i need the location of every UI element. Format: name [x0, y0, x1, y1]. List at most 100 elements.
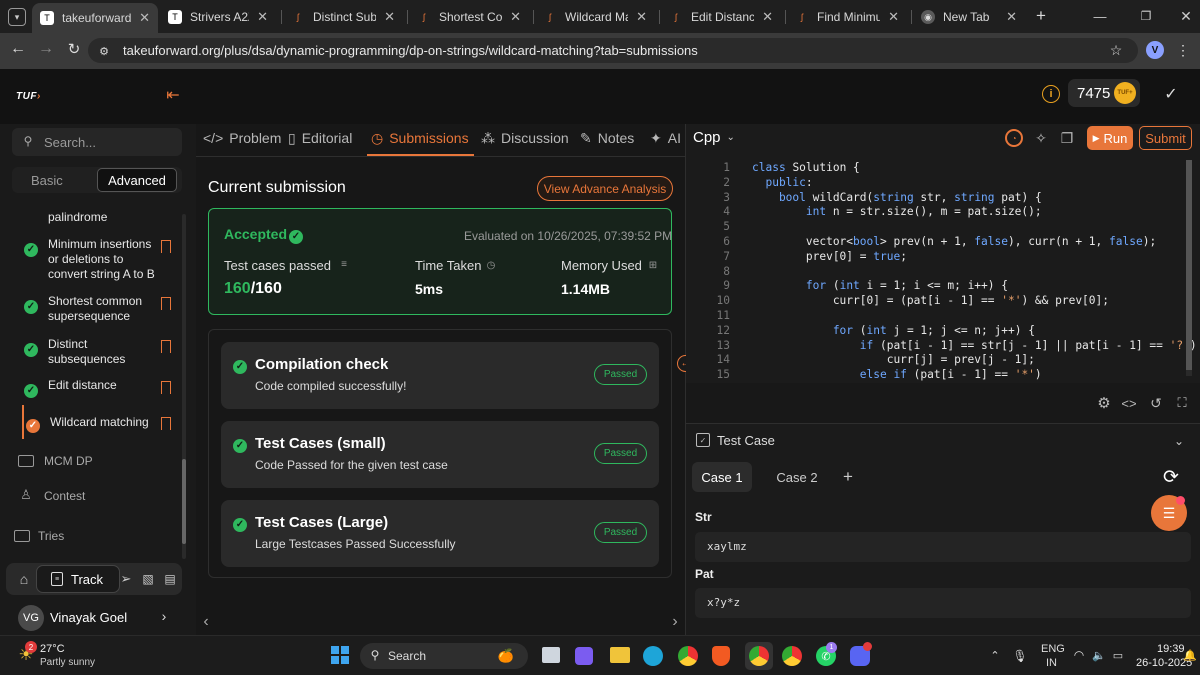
restore-icon[interactable]: ❐	[1138, 8, 1154, 24]
scrollbar-thumb[interactable]	[182, 459, 186, 544]
refresh-icon[interactable]: ⟳	[1160, 466, 1182, 488]
view-analysis-button[interactable]: View Advance Analysis	[537, 176, 673, 201]
close-icon[interactable]: ✕	[257, 9, 268, 25]
close-icon[interactable]: ✕	[139, 10, 150, 26]
chevron-right-icon[interactable]: ›	[158, 608, 170, 624]
reload-icon[interactable]: ↻	[66, 41, 82, 58]
case-1-tab[interactable]: Case 1	[692, 462, 752, 492]
track-button[interactable]: ≡ Track	[36, 565, 120, 593]
new-tab-button[interactable]: +	[1032, 6, 1050, 25]
code-content[interactable]: 1 class Solution { 2 public: 3 bool wildC…	[700, 161, 1197, 383]
chrome-icon[interactable]	[678, 646, 698, 666]
close-icon[interactable]: ✕	[762, 9, 773, 25]
wifi-icon[interactable]: ◠	[1072, 648, 1086, 662]
bookmark-star-icon[interactable]: ☆	[1108, 42, 1124, 58]
battery-icon[interactable]: ▭	[1110, 648, 1126, 662]
sidebar-search[interactable]: ⚲ Search...	[12, 128, 182, 156]
chevron-down-icon[interactable]: ⌄	[1171, 433, 1187, 449]
chevron-up-icon[interactable]: ⌃	[989, 649, 1001, 662]
back-icon[interactable]: ←	[10, 40, 26, 57]
browser-tab[interactable]: T takeuforward - B ✕	[32, 3, 158, 33]
bookmark-icon[interactable]	[161, 240, 171, 253]
file-explorer-icon[interactable]	[610, 647, 630, 663]
bookmark-icon[interactable]	[161, 340, 171, 353]
edge-icon[interactable]	[643, 646, 663, 666]
profile-avatar[interactable]: V	[1146, 41, 1164, 59]
mode-advanced-tab[interactable]: Advanced	[97, 168, 177, 192]
settings-icon[interactable]: ⚙	[1095, 394, 1113, 412]
section-mcm-dp[interactable]: MCM DP	[44, 454, 93, 468]
taskbar-search[interactable]: ⚲ Search 🍊	[360, 643, 528, 669]
browser-tab[interactable]: ʃ Shortest Commo ✕	[409, 4, 529, 30]
tab-list-icon[interactable]: ▾	[8, 8, 26, 26]
tab-notes[interactable]: ✎ Notes	[580, 130, 634, 147]
submit-button[interactable]: Submit	[1139, 126, 1192, 150]
browser-tab[interactable]: T Strivers A2Z DSA ✕	[160, 4, 276, 30]
tab-ai[interactable]: ✦ AI	[650, 130, 681, 147]
sheet-icon[interactable]: ▧	[140, 571, 156, 587]
magic-wand-icon[interactable]: ✧	[1032, 129, 1050, 147]
microphone-icon[interactable]: 🎙	[1012, 648, 1027, 664]
scroll-right-icon[interactable]: ›	[669, 613, 681, 630]
code-format-icon[interactable]: <>	[1120, 394, 1138, 412]
home-icon[interactable]: ⌂	[16, 571, 32, 587]
copilot-icon[interactable]	[575, 647, 593, 665]
mode-basic-tab[interactable]: Basic	[31, 173, 63, 188]
notes-icon[interactable]: ▤	[162, 571, 178, 587]
info-icon[interactable]: i	[1042, 85, 1060, 103]
forward-icon[interactable]: →	[38, 40, 54, 57]
pat-field[interactable]: x?y*z	[695, 588, 1191, 618]
collapse-sidebar-icon[interactable]: ⇤	[162, 86, 184, 104]
browser-tab[interactable]: ʃ Find Minimum in ✕	[787, 4, 907, 30]
minimize-icon[interactable]: —	[1092, 8, 1108, 24]
tab-editorial[interactable]: ▯ Editorial	[288, 130, 352, 147]
active-app-chrome[interactable]	[745, 642, 773, 670]
close-icon[interactable]: ✕	[510, 9, 521, 25]
notification-bell-icon[interactable]: 🔔	[1183, 648, 1197, 662]
tab-submissions[interactable]: ◷ Submissions	[371, 130, 469, 147]
avatar[interactable]: VG	[18, 605, 44, 631]
tab-problem[interactable]: </> Problem	[203, 130, 281, 146]
fullscreen-icon[interactable]: ⛶	[1173, 394, 1191, 412]
checkmark-toggle-icon[interactable]: ✓	[1160, 84, 1182, 104]
window-close-icon[interactable]: ✕	[1178, 8, 1194, 24]
reset-icon[interactable]: ↺	[1147, 394, 1165, 412]
coins-badge[interactable]: 7475 TUF+	[1068, 79, 1140, 107]
sidebar-item-shortest-common-supersequence[interactable]: Shortest common supersequence	[48, 294, 160, 324]
browser-tab[interactable]: ◉ New Tab ✕	[913, 4, 1025, 30]
sidebar-item-distinct-subsequences[interactable]: Distinct subsequences	[48, 337, 138, 367]
browser-tab[interactable]: ʃ Distinct Subsequ ✕	[283, 4, 403, 30]
task-view-icon[interactable]	[542, 647, 560, 663]
browser-tab[interactable]: ʃ Edit Distance - L ✕	[661, 4, 781, 30]
logo[interactable]: TUF›	[16, 91, 41, 102]
close-icon[interactable]: ✕	[636, 9, 647, 25]
run-button[interactable]: ▶ Run	[1087, 126, 1133, 150]
close-icon[interactable]: ✕	[888, 9, 899, 25]
timer-icon[interactable]: ◔	[1005, 129, 1023, 147]
bookmark-icon[interactable]	[161, 297, 171, 310]
scrollbar-thumb[interactable]	[1186, 160, 1192, 370]
bookmark-icon[interactable]	[161, 417, 171, 430]
browser-tab[interactable]: ʃ Wildcard Matchi ✕	[535, 4, 655, 30]
url-field[interactable]: ⚙ takeuforward.org/plus/dsa/dynamic-prog…	[88, 38, 1138, 63]
add-case-button[interactable]: +	[840, 467, 856, 487]
send-icon[interactable]: ➢	[118, 571, 134, 587]
language-indicator[interactable]: ENG	[1041, 643, 1065, 655]
section-tries[interactable]: Tries	[38, 529, 64, 543]
close-icon[interactable]: ✕	[1006, 9, 1017, 25]
section-contest[interactable]: Contest	[44, 489, 85, 503]
site-info-icon[interactable]: ⚙	[96, 43, 112, 59]
copy-icon[interactable]: ❐	[1058, 129, 1076, 147]
language-select[interactable]: Cpp ⌄	[693, 129, 735, 146]
chrome-icon[interactable]	[782, 646, 802, 666]
scroll-left-icon[interactable]: ‹	[200, 613, 212, 630]
windows-start-icon[interactable]	[331, 646, 349, 664]
editor-scrollbar[interactable]	[1186, 160, 1192, 376]
str-field[interactable]: xaylmz	[695, 532, 1191, 562]
case-2-tab[interactable]: Case 2	[767, 462, 827, 492]
close-icon[interactable]: ✕	[384, 9, 395, 25]
user-name[interactable]: Vinayak Goel	[50, 610, 127, 625]
search-input[interactable]: Search...	[44, 135, 96, 150]
sidebar-item-edit-distance[interactable]: Edit distance	[48, 378, 208, 393]
sidebar-item-palindrome[interactable]: palindrome	[48, 210, 208, 225]
